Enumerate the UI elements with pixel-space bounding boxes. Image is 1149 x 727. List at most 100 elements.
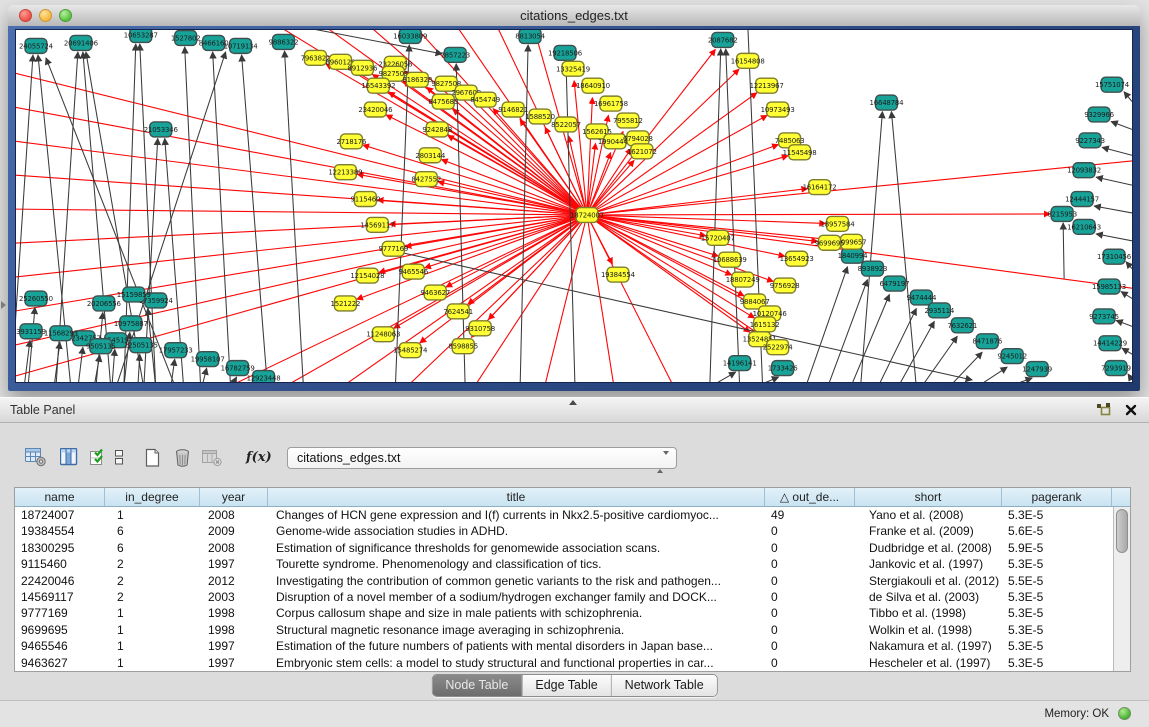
graph-node-label: 9699695 <box>815 239 845 247</box>
graph-node-label: 16782759 <box>221 365 255 373</box>
column-header-name[interactable]: name <box>15 488 105 506</box>
table-row[interactable]: 1830029562008Estimation of significance … <box>15 540 1130 556</box>
graph-node-label: 17310456 <box>1097 253 1131 261</box>
graph-node-label: 1588520 <box>525 113 555 121</box>
graph-node-label: 11545498 <box>783 149 817 157</box>
close-panel-icon[interactable] <box>1125 404 1137 416</box>
table-row[interactable]: 1938455462009Genome-wide association stu… <box>15 523 1130 539</box>
graph-node-label: 8813054 <box>515 32 545 40</box>
table-row[interactable]: 1872400712008Changes of HCN gene express… <box>15 507 1130 523</box>
vertical-scrollbar[interactable] <box>1113 507 1130 671</box>
show-columns-icon[interactable] <box>60 448 79 468</box>
graph-node-label: 2718176 <box>337 138 367 146</box>
table-cell: Tibbo et al. (1998) <box>855 605 1002 621</box>
table-row[interactable]: 1456911722003Disruption of a novel membe… <box>15 589 1130 605</box>
graph-node-label: 10653287 <box>124 31 158 39</box>
graph-node-label: 15985133 <box>1092 283 1126 291</box>
table-cell: 2 <box>105 589 200 605</box>
table-cell: Estimation of significance thresholds fo… <box>268 540 765 556</box>
table-row[interactable]: 946554611997Estimation of the future num… <box>15 638 1130 654</box>
tab-node-table[interactable]: Node Table <box>432 675 521 696</box>
graph-node-label: 7632621 <box>947 322 977 330</box>
graph-node-label: 20691406 <box>64 39 98 47</box>
graph-node-label: 18957584 <box>821 220 856 228</box>
clear-selection-icon[interactable] <box>114 448 125 468</box>
tab-network-table[interactable]: Network Table <box>611 675 717 696</box>
status-bar: Memory: OK <box>0 700 1149 727</box>
table-row[interactable]: 969969511998Structural magnetic resonanc… <box>15 622 1130 638</box>
node-table[interactable]: namein_degreeyeartitle△ out_de...shortpa… <box>14 487 1131 672</box>
table-cell: 0 <box>765 556 855 572</box>
column-header-pagerank[interactable]: pagerank <box>1002 488 1112 506</box>
new-table-icon[interactable] <box>144 448 161 468</box>
column-header-title[interactable]: title <box>268 488 765 506</box>
table-type-tabs: Node TableEdge TableNetwork Table <box>431 674 717 697</box>
graph-node-label: 9777169 <box>378 245 408 253</box>
select-all-rows-icon[interactable] <box>90 448 108 468</box>
graph-node-label: 12444157 <box>1065 196 1099 204</box>
graph-node-label: 15159859 <box>117 291 151 299</box>
tab-edge-table[interactable]: Edge Table <box>521 675 610 696</box>
table-cell: 2012 <box>200 573 268 589</box>
graph-node-label: 9146821 <box>498 106 528 114</box>
window-titlebar[interactable]: citations_edges.txt <box>8 5 1140 27</box>
table-cell: 19384554 <box>15 523 105 539</box>
splitter-collapse-icon[interactable] <box>569 400 577 405</box>
column-header-out_de[interactable]: △ out_de... <box>765 488 855 506</box>
graph-node-label: 1521222 <box>331 300 361 308</box>
memory-status-icon[interactable] <box>1118 707 1131 720</box>
graph-node-label: 16648784 <box>869 99 904 107</box>
table-panel-body: f(x) citations_edges.txt namein_degreeye… <box>0 423 1149 700</box>
table-row[interactable]: 911546021997Tourette syndrome. Phenomeno… <box>15 556 1130 572</box>
column-header-year[interactable]: year <box>200 488 268 506</box>
table-cell: 9115460 <box>15 556 105 572</box>
table-cell: Dudbridge et al. (2008) <box>855 540 1002 556</box>
float-panel-icon[interactable] <box>1096 403 1111 416</box>
graph-node-label: 16164172 <box>803 184 837 192</box>
network-canvas[interactable]: 2405572420691406106532871527802846616010… <box>15 29 1133 383</box>
table-selector-dropdown[interactable]: citations_edges.txt <box>287 447 677 469</box>
table-cell: 1997 <box>200 556 268 572</box>
table-row[interactable]: 977716911998Corpus callosum shape and si… <box>15 605 1130 621</box>
graph-node-label: 16961758 <box>594 100 628 108</box>
graph-node-label: 19384554 <box>601 271 636 279</box>
table-selector-value: citations_edges.txt <box>297 451 401 465</box>
network-view-window[interactable]: citations_edges.txt 24055724206914061065… <box>8 5 1140 391</box>
graph-node-label: 7857223 <box>440 51 470 59</box>
table-cell: Stergiakouli et al. (2012) <box>855 573 1002 589</box>
table-cell: 5.3E-5 <box>1002 556 1112 572</box>
column-header-short[interactable]: short <box>855 488 1002 506</box>
citation-network-graph[interactable]: 2405572420691406106532871527802846616010… <box>16 30 1132 382</box>
delete-table-icon[interactable] <box>174 448 191 468</box>
graph-node-label: 23420046 <box>358 106 392 114</box>
function-builder-icon[interactable]: f(x) <box>246 448 272 468</box>
graph-node-label: 8912936 <box>348 64 378 72</box>
column-header-in_degree[interactable]: in_degree <box>105 488 200 506</box>
minimize-window-button[interactable] <box>39 9 52 22</box>
table-cell: 0 <box>765 540 855 556</box>
graph-node-label: 9505135 <box>86 343 116 351</box>
graph-node-label: 15751074 <box>1095 81 1130 89</box>
table-cell: 0 <box>765 589 855 605</box>
table-cell: 6 <box>105 540 200 556</box>
close-window-button[interactable] <box>19 9 32 22</box>
graph-node-label: 8454749 <box>470 96 500 104</box>
graph-node-label: 7293919 <box>1101 365 1131 373</box>
graph-node-label: 19218506 <box>548 49 582 57</box>
zoom-window-button[interactable] <box>59 9 72 22</box>
table-cell: 5.3E-5 <box>1002 655 1112 671</box>
table-row[interactable]: 946362711997Embryonic stem cells: a mode… <box>15 655 1130 671</box>
scrollbar-thumb[interactable] <box>1116 509 1128 553</box>
table-cell: 2 <box>105 556 200 572</box>
table-options-icon[interactable] <box>25 448 47 468</box>
table-cell: 18300295 <box>15 540 105 556</box>
table-cell: 6 <box>105 523 200 539</box>
graph-node-label: 12213389 <box>328 169 362 177</box>
import-table-icon[interactable] <box>202 448 222 468</box>
table-panel-title: Table Panel <box>10 403 75 417</box>
table-row[interactable]: 2242004622012Investigating the contribut… <box>15 573 1130 589</box>
graph-node-label: 15720407 <box>701 234 735 242</box>
table-cell: de Silva et al. (2003) <box>855 589 1002 605</box>
table-panel-header[interactable]: Table Panel <box>0 397 1149 423</box>
table-body: 1872400712008Changes of HCN gene express… <box>15 507 1130 671</box>
